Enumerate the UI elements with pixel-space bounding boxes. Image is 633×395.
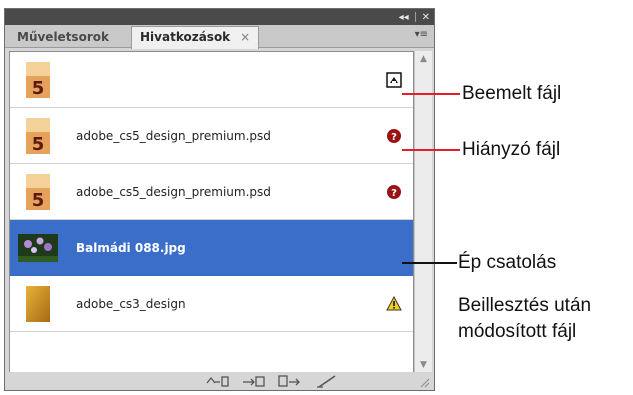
link-row-selected[interactable]: Balmádi 088.jpg: [10, 220, 413, 276]
tab-links[interactable]: Hivatkozások ×: [131, 26, 260, 49]
cs3-thumbnail-icon: [26, 286, 50, 322]
goto-link-icon[interactable]: [241, 373, 267, 389]
callout-modified-line1: Beillesztés után: [458, 295, 592, 316]
resize-grip-icon[interactable]: [417, 373, 431, 389]
panel-footer: [5, 372, 434, 390]
callout-missing: Hiányzó fájl: [462, 139, 561, 160]
update-link-icon[interactable]: [277, 373, 303, 389]
tab-label: Hivatkozások: [140, 30, 231, 44]
link-row[interactable]: 5 adobe_cs5_design_premium.psd ?: [10, 164, 413, 220]
callout-line: [402, 93, 460, 95]
links-list: 5 5 adobe_cs5_design_premium.psd ? 5 ado…: [9, 51, 414, 373]
link-row[interactable]: 5: [10, 52, 413, 108]
modified-icon: [386, 296, 402, 311]
missing-icon: ?: [387, 129, 401, 143]
tab-close-icon[interactable]: ×: [240, 30, 250, 44]
callout-line: [402, 149, 460, 151]
svg-text:?: ?: [391, 132, 397, 143]
svg-text:5: 5: [32, 190, 45, 211]
svg-text:5: 5: [32, 134, 45, 155]
scroll-down-icon[interactable]: ▼: [415, 357, 432, 373]
callout-modified-line2: módosított fájl: [458, 321, 577, 342]
tab-label: Műveletsorok: [17, 30, 109, 44]
svg-text:5: 5: [32, 78, 45, 99]
tab-bar: Műveletsorok Hivatkozások × ▾≡: [5, 25, 434, 49]
edit-original-icon[interactable]: [315, 373, 341, 389]
tab-actions[interactable]: Műveletsorok: [9, 27, 117, 47]
callout-embedded: Beemelt fájl: [462, 83, 562, 104]
photo-thumbnail-icon: [18, 234, 58, 262]
embedded-icon: [386, 72, 402, 88]
link-name: adobe_cs3_design: [76, 297, 186, 311]
cs5-thumbnail-icon: 5: [26, 62, 50, 99]
link-name: adobe_cs5_design_premium.psd: [76, 185, 271, 199]
link-name: Balmádi 088.jpg: [76, 241, 186, 255]
link-row[interactable]: 5 adobe_cs5_design_premium.psd ?: [10, 108, 413, 164]
link-row[interactable]: adobe_cs3_design: [10, 276, 413, 332]
vertical-scrollbar[interactable]: ▲ ▼: [414, 51, 432, 373]
cs5-thumbnail-icon: 5: [26, 174, 50, 211]
missing-icon: ?: [387, 185, 401, 199]
collapse-icon[interactable]: ◂◂: [399, 12, 409, 23]
scroll-up-icon[interactable]: ▲: [415, 51, 432, 67]
relink-icon[interactable]: [205, 373, 231, 389]
callout-ok: Ép csatolás: [458, 252, 557, 273]
links-panel: ◂◂ ✕ Műveletsorok Hivatkozások × ▾≡ 5 5 …: [4, 8, 435, 391]
link-name: adobe_cs5_design_premium.psd: [76, 129, 271, 143]
callout-line: [402, 262, 457, 264]
panel-menu-icon[interactable]: ▾≡: [415, 29, 428, 40]
close-icon[interactable]: ✕: [422, 12, 430, 23]
cs5-thumbnail-icon: 5: [26, 118, 50, 155]
divider: [414, 12, 416, 22]
panel-titlebar: ◂◂ ✕: [5, 9, 434, 25]
svg-text:?: ?: [391, 188, 397, 199]
